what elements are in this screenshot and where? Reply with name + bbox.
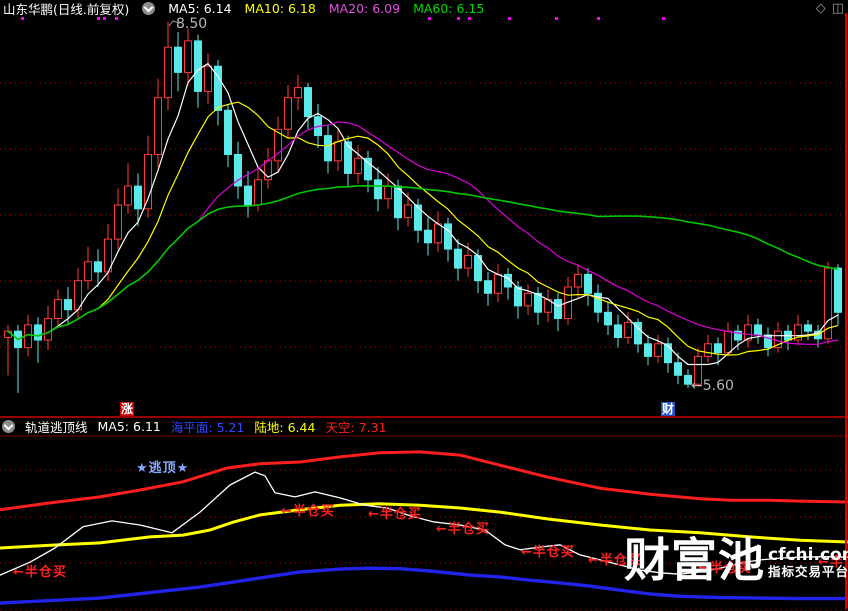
stock-title: 山东华鹏(日线.前复权) xyxy=(3,2,130,17)
indicator-sky-readout: 天空: 7.31 xyxy=(325,420,387,435)
watermark-domain: cfchi.com xyxy=(768,545,848,565)
ma10-readout: MA10: 6.18 xyxy=(244,1,316,16)
wealth-badge: 财 xyxy=(661,402,676,416)
ma60-readout: MA60: 6.15 xyxy=(413,1,485,16)
rise-badge: 涨 xyxy=(120,402,135,416)
watermark: 财富池 cfchi.com 指标交易平台 xyxy=(624,534,848,586)
watermark-tagline: 指标交易平台 xyxy=(768,564,848,579)
indicator-land-readout: 陆地: 6.44 xyxy=(254,420,316,435)
half-position-buy-signal-label: ←半仓买 xyxy=(521,545,575,560)
price-extreme-label: 8.50 xyxy=(176,16,208,32)
ma20-readout: MA20: 6.09 xyxy=(328,1,401,16)
indicator-ma5-readout: MA5: 6.11 xyxy=(97,419,161,434)
main-chart-header: 山东华鹏(日线.前复权) MA5: 6.14 MA10: 6.18 MA20: … xyxy=(3,0,484,17)
ma5-readout: MA5: 6.14 xyxy=(168,1,232,16)
half-position-buy-signal-label: ←半仓买 xyxy=(13,565,67,580)
watermark-brand: 财富池 xyxy=(624,533,765,587)
chart-window: 山东华鹏(日线.前复权) MA5: 6.14 MA10: 6.18 MA20: … xyxy=(0,0,848,611)
half-position-buy-signal-label: ←半仓买 xyxy=(436,522,490,537)
chart-canvas[interactable] xyxy=(0,0,848,611)
collapse-chevron-icon[interactable] xyxy=(142,2,156,15)
escape-top-signal-label: ★逃顶★ xyxy=(136,461,190,476)
split-window-icon[interactable]: ◫ xyxy=(832,1,844,16)
collapse-chevron-icon[interactable] xyxy=(2,420,15,433)
half-position-buy-signal-label: ←半仓买 xyxy=(368,507,422,522)
indicator-sea-readout: 海平面: 5.21 xyxy=(170,420,245,435)
diamond-icon[interactable]: ◇ xyxy=(816,1,826,16)
indicator-header: 轨道逃顶线 MA5: 6.11 海平面: 5.21 陆地: 6.44 天空: 7… xyxy=(2,418,387,435)
price-extreme-label: ←5.60 xyxy=(691,378,734,394)
indicator-name: 轨道逃顶线 xyxy=(25,420,88,435)
half-position-buy-signal-label: ←半仓买 xyxy=(281,504,335,519)
window-controls: ◇ ◫ xyxy=(816,1,844,16)
